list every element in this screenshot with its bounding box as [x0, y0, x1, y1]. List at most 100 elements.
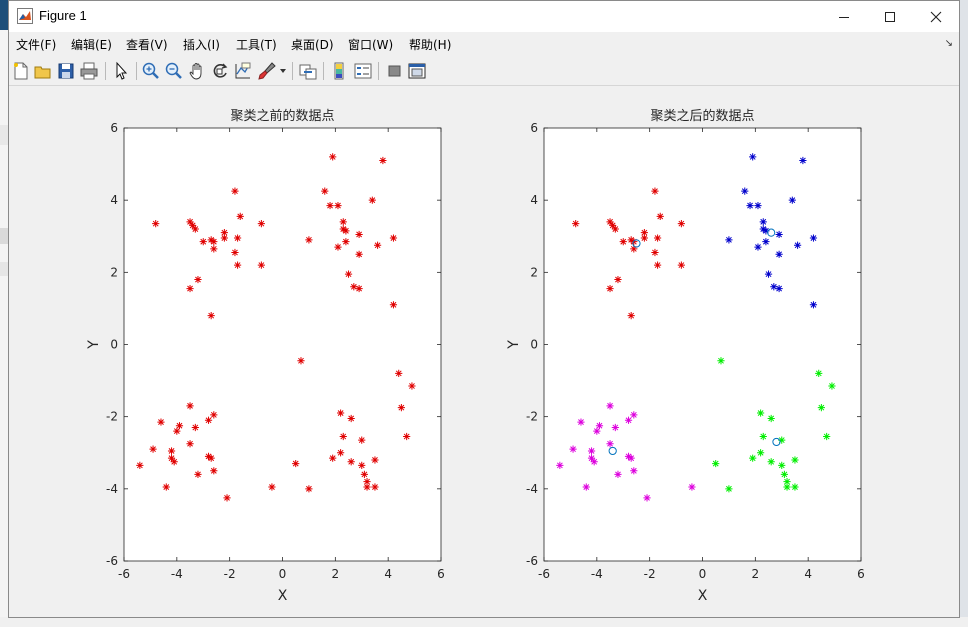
new-figure-icon[interactable]	[11, 61, 31, 81]
x-tick-label: 0	[279, 567, 287, 581]
data-point	[651, 187, 659, 195]
data-point	[379, 156, 387, 165]
data-point	[627, 454, 635, 462]
menu-view[interactable]: 查看(V)	[126, 36, 168, 53]
axes-1[interactable]: -6 -4 -2 0 2 4 6 -6 -4 -2 0 2 4 6 聚类之前的数据点 X Y	[86, 108, 445, 604]
data-point	[759, 218, 767, 226]
dock-arrow-icon[interactable]: ↘	[945, 38, 953, 49]
data-point	[194, 275, 202, 284]
data-point	[593, 427, 601, 435]
save-icon[interactable]	[56, 61, 76, 81]
data-point	[403, 432, 411, 441]
hide-plot-tools-icon[interactable]	[385, 61, 405, 81]
window-title: Figure 1	[39, 8, 87, 23]
data-point	[339, 218, 347, 226]
menu-edit[interactable]: 编辑(E)	[71, 36, 112, 53]
title-bar[interactable]: Figure 1	[9, 1, 959, 32]
data-point	[614, 470, 622, 478]
data-point	[347, 458, 355, 466]
data-cursor-icon[interactable]	[233, 61, 253, 81]
open-file-icon[interactable]	[33, 61, 53, 81]
close-button[interactable]	[913, 1, 959, 32]
data-point	[556, 461, 564, 469]
data-point	[619, 238, 627, 246]
data-point	[688, 483, 696, 491]
data-point	[223, 494, 231, 502]
data-point	[791, 456, 799, 464]
menu-help[interactable]: 帮助(H)	[409, 36, 451, 53]
data-point	[173, 427, 181, 435]
rotate-3d-icon[interactable]	[210, 61, 230, 81]
data-point	[342, 227, 350, 235]
data-point	[355, 284, 363, 293]
data-point	[828, 382, 836, 390]
data-point	[374, 241, 382, 249]
data-point	[815, 369, 823, 377]
menu-desktop[interactable]: 桌面(D)	[291, 36, 334, 53]
data-point	[767, 458, 775, 466]
data-point	[210, 467, 218, 475]
colorbar-icon[interactable]	[330, 61, 350, 81]
menu-bar: 文件(F) 编辑(E) 查看(V) 插入(I) 工具(T) 桌面(D) 窗口(W…	[9, 32, 959, 56]
data-point	[186, 440, 194, 448]
data-point	[186, 284, 194, 293]
y-tick-label: -2	[106, 410, 118, 424]
data-point	[389, 234, 398, 242]
data-point	[823, 432, 831, 441]
toolbar-separator	[292, 62, 293, 80]
legend-icon[interactable]	[353, 61, 373, 81]
minimize-button[interactable]	[821, 1, 867, 32]
data-point	[236, 212, 244, 221]
data-point	[630, 411, 638, 419]
y-tick-label: 2	[530, 265, 538, 279]
x-tick-label: -6	[538, 567, 550, 581]
data-point	[775, 230, 783, 239]
data-point	[572, 220, 580, 228]
menu-insert[interactable]: 插入(I)	[183, 36, 220, 53]
minimize-icon	[839, 16, 849, 18]
y-tick-label: 4	[530, 193, 538, 207]
brush-icon[interactable]	[257, 61, 277, 81]
data-point	[809, 301, 818, 309]
menu-window[interactable]: 窗口(W)	[348, 36, 393, 53]
data-point	[342, 238, 350, 246]
axes-2[interactable]: -6 -4 -2 0 2 4 6 -6 -4 -2 0 2 4 6 聚类之后的数据点 X Y	[506, 108, 865, 604]
data-point	[762, 238, 770, 246]
data-point	[587, 447, 596, 455]
data-point	[606, 284, 614, 293]
data-point	[809, 234, 818, 242]
chart-title: 聚类之前的数据点	[230, 108, 334, 124]
zoom-out-icon[interactable]	[164, 61, 184, 81]
data-point	[741, 187, 749, 195]
data-point	[355, 230, 363, 239]
menu-tools[interactable]: 工具(T)	[236, 36, 277, 53]
data-point	[757, 409, 765, 417]
data-point	[297, 357, 305, 365]
data-point	[717, 357, 725, 365]
zoom-in-icon[interactable]	[141, 61, 161, 81]
data-point	[651, 248, 659, 257]
y-tick-label: -6	[526, 554, 538, 568]
data-point	[207, 454, 215, 462]
data-point	[725, 236, 733, 244]
maximize-button[interactable]	[867, 1, 913, 32]
data-point	[337, 449, 345, 457]
data-point	[337, 409, 345, 417]
data-point	[397, 404, 405, 412]
data-point	[775, 250, 783, 258]
pan-icon[interactable]	[187, 61, 207, 81]
print-icon[interactable]	[79, 61, 99, 81]
data-point	[363, 483, 371, 491]
figure-window: Figure 1 文件(F) 编辑(E) 查看(V) 插入(I) 工具(T) 桌…	[8, 0, 960, 618]
menu-file[interactable]: 文件(F)	[16, 36, 56, 53]
data-point	[577, 418, 585, 426]
link-plot-icon[interactable]	[298, 61, 318, 81]
data-point	[749, 153, 757, 161]
pointer-icon[interactable]	[111, 61, 131, 81]
brush-dropdown-icon[interactable]	[279, 67, 287, 75]
show-plot-tools-icon[interactable]	[407, 61, 427, 81]
y-tick-label: -4	[106, 482, 118, 496]
data-point	[194, 470, 202, 478]
data-point	[186, 402, 194, 410]
toolbar-separator	[378, 62, 379, 80]
